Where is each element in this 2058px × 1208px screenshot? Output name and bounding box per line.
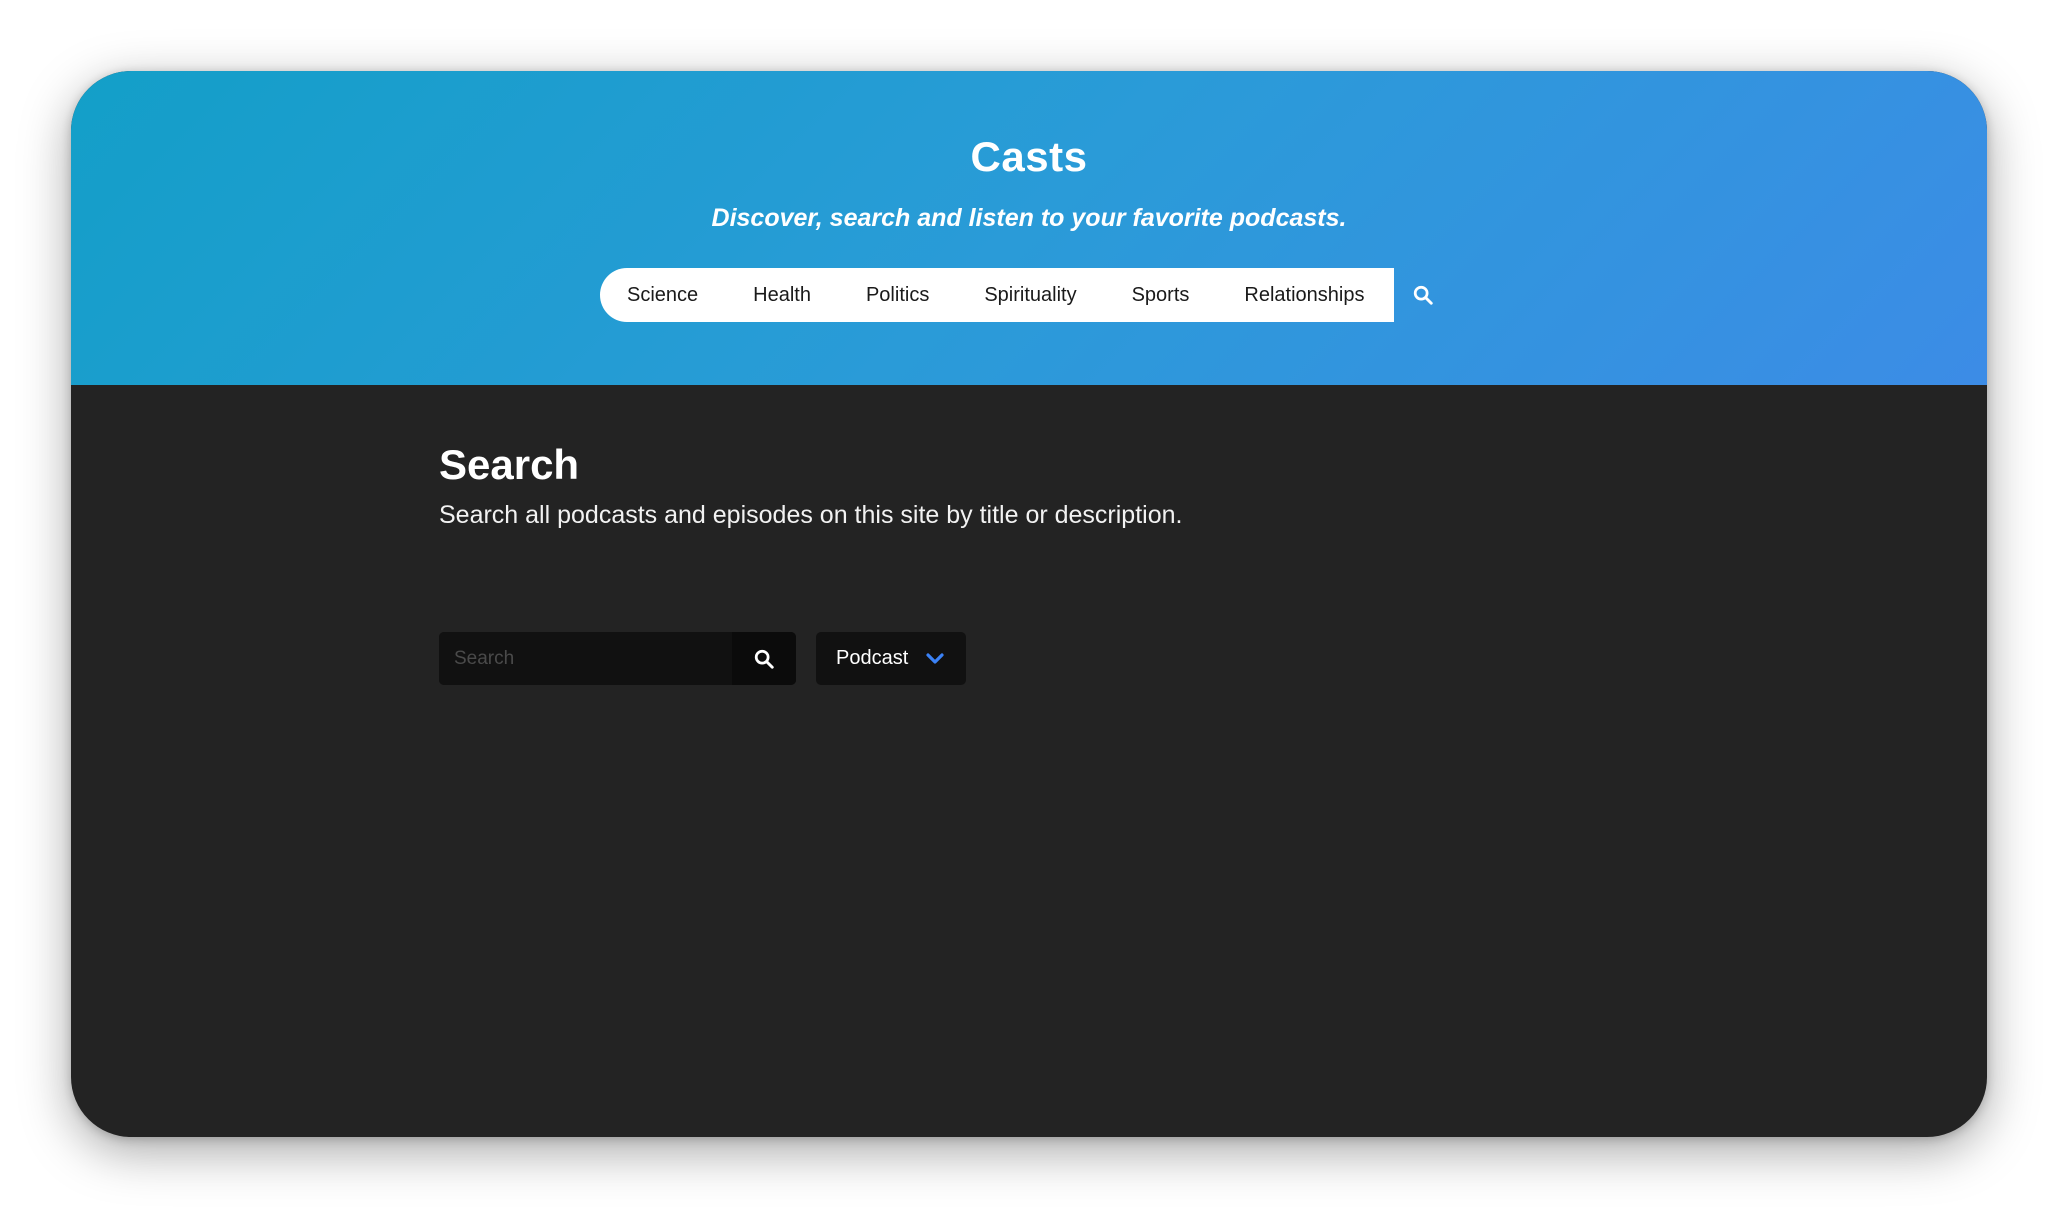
search-icon [1413,285,1433,305]
hero-header: Casts Discover, search and listen to you… [71,71,1987,385]
search-icon [754,649,774,669]
search-type-select[interactable]: Podcast [816,632,966,685]
search-box [439,632,796,685]
nav-search-button[interactable] [1406,278,1440,312]
search-type-selected: Podcast [836,647,909,669]
nav-item-sports[interactable]: Sports [1114,268,1208,322]
nav-item-politics[interactable]: Politics [848,268,947,322]
chevron-down-icon [926,652,944,665]
search-input[interactable] [439,632,732,685]
site-tagline: Discover, search and listen to your favo… [711,204,1347,232]
search-submit-button[interactable] [732,632,796,685]
category-nav: Science Health Politics Spirituality Spo… [600,268,1394,322]
search-section: Search Search all podcasts and episodes … [439,437,1639,685]
page-title: Search [439,441,580,488]
search-controls: Podcast [439,632,966,685]
site-title[interactable]: Casts [71,133,1987,181]
nav-item-spirituality[interactable]: Spirituality [966,268,1094,322]
nav-item-science[interactable]: Science [609,268,716,322]
nav-item-health[interactable]: Health [735,268,829,322]
nav-item-relationships[interactable]: Relationships [1226,268,1382,322]
page-description: Search all podcasts and episodes on this… [439,501,1183,529]
app-window: Casts Discover, search and listen to you… [71,71,1987,1137]
